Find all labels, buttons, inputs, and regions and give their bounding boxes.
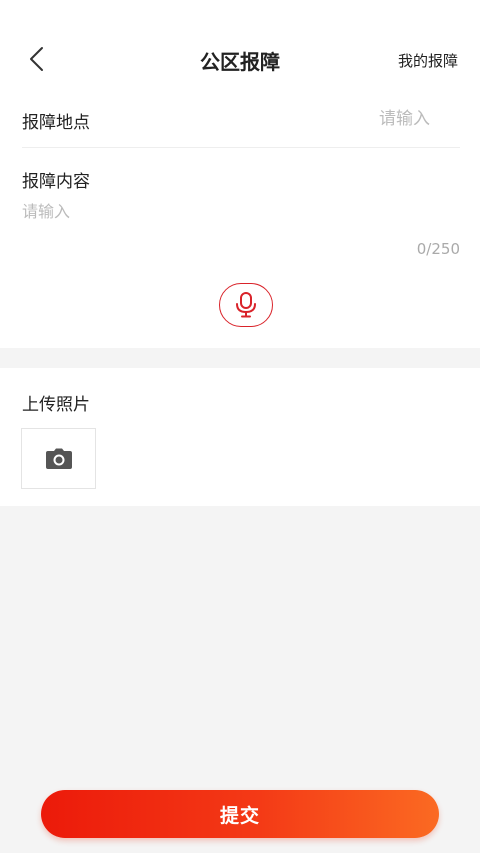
report-details-card: 报障地点 报障内容 0/250 xyxy=(0,90,480,348)
my-reports-link[interactable]: 我的报障 xyxy=(398,50,458,71)
location-input[interactable] xyxy=(230,104,430,134)
chevron-left-icon xyxy=(30,47,43,71)
upload-photo-label: 上传照片 xyxy=(22,395,90,415)
content-label: 报障内容 xyxy=(22,172,90,192)
header-bar: 公区报障 我的报障 xyxy=(0,0,480,90)
location-row: 报障地点 xyxy=(22,90,460,148)
microphone-icon xyxy=(236,292,256,318)
camera-icon xyxy=(45,448,72,469)
back-button[interactable] xyxy=(22,44,50,74)
content-textarea[interactable] xyxy=(22,198,460,234)
voice-input-button[interactable] xyxy=(219,283,273,327)
photo-upload-card: 上传照片 xyxy=(0,368,480,506)
char-counter: 0/250 xyxy=(416,240,460,258)
fault-report-page: 公区报障 我的报障 报障地点 报障内容 0/250 上传照片 xyxy=(0,0,480,853)
location-label: 报障地点 xyxy=(22,113,90,133)
submit-button[interactable]: 提交 xyxy=(41,790,439,838)
add-photo-button[interactable] xyxy=(21,428,96,489)
